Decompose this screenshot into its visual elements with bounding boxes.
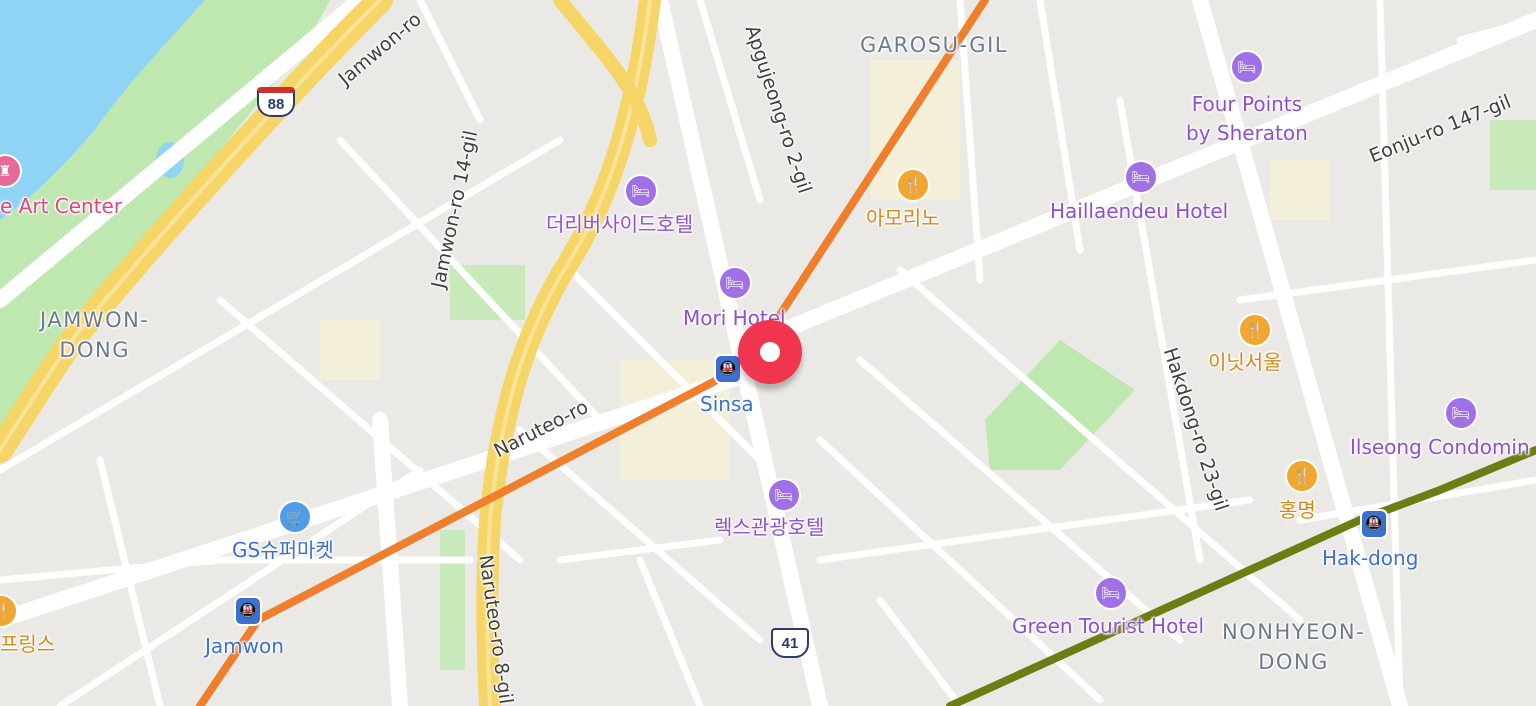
hotel-icon[interactable]: 🛏 (720, 268, 750, 298)
restaurant-icon[interactable]: 🍴 (898, 170, 928, 200)
subway-station-icon[interactable]: 🚇 (236, 598, 260, 624)
poi-amorino[interactable]: 아모리노 (866, 208, 940, 228)
station-sinsa[interactable]: Sinsa (700, 394, 754, 414)
station-hak-dong[interactable]: Hak-dong (1322, 548, 1418, 568)
hotel-icon[interactable]: 🛏 (1232, 52, 1262, 82)
area-label-garosu: GAROSU-GIL (860, 33, 1008, 57)
station-jamwon[interactable]: Jamwon (205, 636, 284, 656)
subway-station-icon[interactable]: 🚇 (1362, 511, 1386, 537)
subway-station-icon[interactable]: 🚇 (716, 356, 740, 382)
pin-center-dot (760, 342, 780, 362)
hotel-icon[interactable]: 🛏 (626, 176, 656, 206)
poi-rex-hotel[interactable]: 렉스관광호텔 (714, 517, 824, 537)
park-block-4 (1490, 120, 1536, 190)
area-label-nonhyeon-dong: NONHYEON- DONG (1222, 620, 1366, 675)
park-block-3 (440, 530, 465, 670)
hotel-icon[interactable]: 🛏 (1446, 398, 1476, 428)
poi-the-riverside-hotel[interactable]: 더리버사이드호텔 (546, 214, 693, 234)
hotel-icon[interactable]: 🛏 (1126, 162, 1156, 192)
naruteo-ro-road (476, 0, 661, 706)
supermarket-icon[interactable]: 🛒 (280, 502, 310, 532)
map-canvas[interactable]: GAROSU-GIL JAMWON- DONG NONHYEON- DONG J… (0, 0, 1536, 706)
poi-four-points[interactable]: Four Points by Sheraton (1186, 90, 1308, 148)
restaurant-icon[interactable]: 🍴 (1287, 461, 1317, 491)
subway-line-3 (196, 0, 989, 706)
poi-art-center[interactable]: e Art Center (0, 196, 122, 216)
area-label-jamwon-dong: JAMWON- DONG (40, 308, 150, 363)
hotel-icon[interactable]: 🛏 (1096, 578, 1126, 608)
poi-gs-supermarket[interactable]: GS슈퍼마켓 (232, 540, 334, 560)
hotel-icon[interactable]: 🛏 (769, 480, 799, 510)
poi-springs[interactable]: 프링스 (0, 634, 55, 654)
poi-initseoul[interactable]: 이닛서울 (1208, 352, 1282, 372)
poi-hongmyeong[interactable]: 홍명 (1279, 500, 1316, 520)
poi-ilseong-condominium[interactable]: Ilseong Condomin (1350, 437, 1530, 457)
restaurant-icon[interactable]: 🍴 (1240, 315, 1270, 345)
poi-green-tourist-hotel[interactable]: Green Tourist Hotel (1012, 616, 1204, 636)
poi-haillaendeu-hotel[interactable]: Haillaendeu Hotel (1050, 201, 1228, 221)
route-41-shield: 41 (771, 628, 809, 658)
selected-location-pin[interactable] (738, 320, 802, 384)
route-88-shield: 88 (257, 87, 295, 117)
